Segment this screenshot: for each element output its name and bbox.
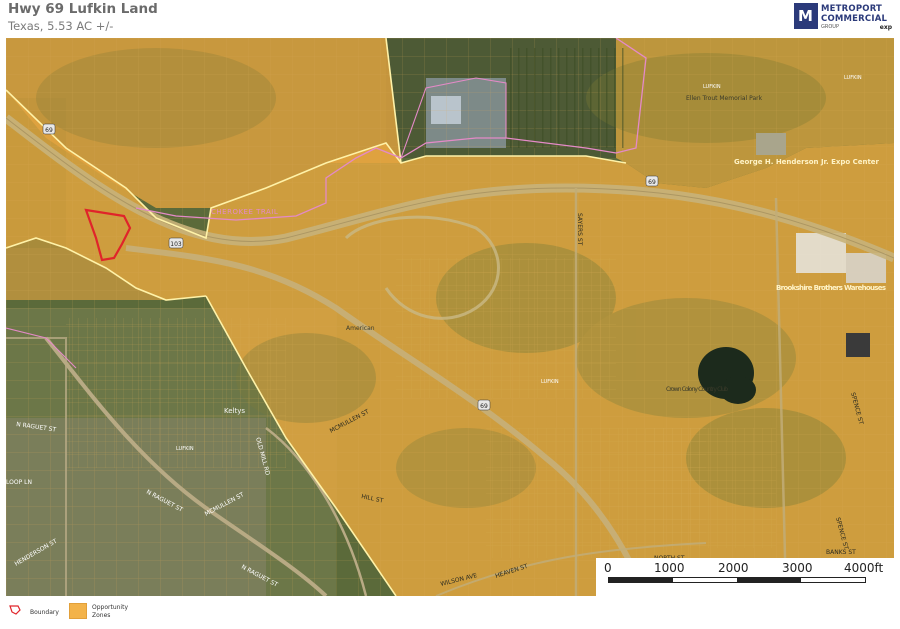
label-loop-ln: LOOP LN [6,479,32,486]
svg-text:69: 69 [480,403,488,410]
logo-line-1: METROPORT [821,4,883,14]
label-cherokee-trail: CHEROKEE TRAIL [211,208,278,216]
expo-building [756,133,786,155]
scale-segment-3 [737,578,801,582]
label-george-henderson: George H. Henderson Jr. Expo Center [734,158,880,166]
opportunity-zone-swatch-icon [69,603,87,619]
label-brookshire: Brookshire Brothers Warehouses [776,284,886,292]
legend-zones-label-1: Opportunity [92,604,129,611]
svg-text:103: 103 [170,241,182,248]
scale-bar-graphic [608,577,866,583]
logo-mark: M [794,3,818,29]
svg-text:69: 69 [45,127,53,134]
highway-shield-103: 103 [168,237,184,249]
label-keltys: Keltys [224,407,245,415]
logo-line-2: COMMERCIAL [821,14,888,24]
highway-shield-69-b: 69 [645,175,659,187]
map-canvas[interactable]: 69 103 69 69 CHEROKEE TRAIL Ellen Trout … [6,38,894,596]
parcel-grid-dense-1 [396,258,616,398]
label-lufkin-1: LUFKIN [703,84,721,90]
page-subtitle: Texas, 5.53 AC +/- [8,19,114,33]
company-logo: M METROPORT COMMERCIAL GROUP exp [794,3,892,33]
label-american: American [346,325,375,332]
scale-segment-1 [609,578,673,582]
label-banks-st: BANKS ST [826,549,856,556]
scale-tick-0: 0 [604,561,612,575]
label-sayers-st: SAYERS ST [576,213,583,246]
logo-line-4: exp [879,24,892,31]
logo-mark-letter: M [798,7,813,25]
label-lufkin-2: LUFKIN [844,75,862,81]
warehouse-2 [846,253,886,283]
highway-shield-69-a: 69 [42,123,56,135]
label-ellen-trout: Ellen Trout Memorial Park [686,95,763,102]
map-legend: Boundary Opportunity Zones [6,600,306,624]
logo-line-3: GROUP [821,24,839,30]
label-lufkin-4: LUFKIN [176,446,194,452]
boundary-swatch-icon [9,605,21,615]
legend-item-opportunity-zones: Opportunity Zones [69,602,149,622]
label-crown-colony: Crown Colony Country Club [666,386,728,393]
label-lufkin-3: LUFKIN [541,379,559,385]
page-title: Hwy 69 Lufkin Land [8,1,158,17]
highway-shield-69-c: 69 [477,399,491,411]
header: Hwy 69 Lufkin Land Texas, 5.53 AC +/- M … [0,0,900,38]
map-view[interactable]: 69 103 69 69 CHEROKEE TRAIL Ellen Trout … [6,38,894,596]
building-dark [846,333,870,357]
parcel-grid-dense-3 [646,428,776,548]
svg-text:69: 69 [648,179,656,186]
orchard-rows [506,48,626,148]
scale-tick-2000: 2000 [718,561,749,575]
scale-tick-1000: 1000 [654,561,685,575]
scale-tick-3000: 3000 [782,561,813,575]
scale-tick-4000: 4000ft [844,561,884,575]
legend-zones-label-2: Zones [92,612,111,619]
scale-bar: 0 1000 2000 3000 4000ft [596,558,894,596]
scale-labels: 0 1000 2000 3000 4000ft [596,561,894,575]
legend-boundary-label: Boundary [30,609,59,616]
